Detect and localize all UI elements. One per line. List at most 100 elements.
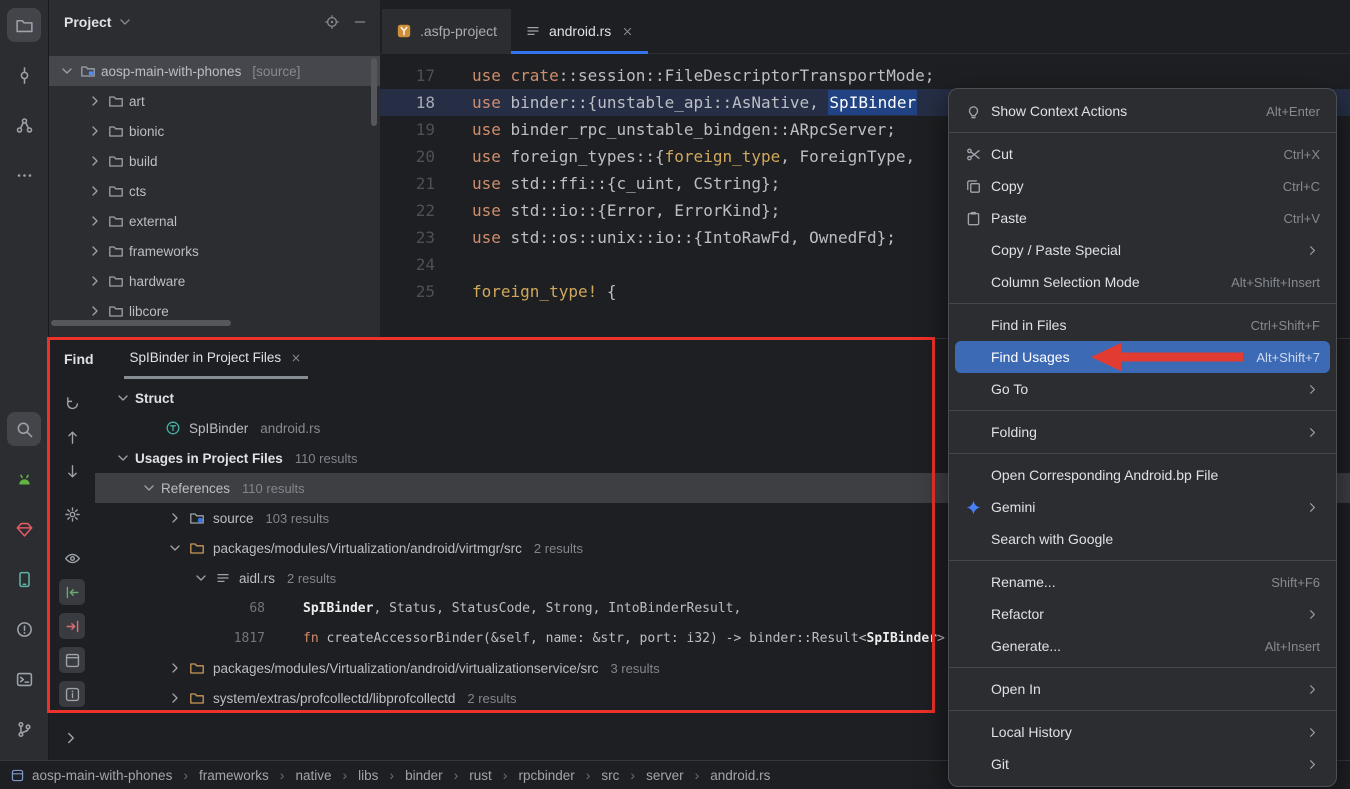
menu-item-show-context-actions[interactable]: Show Context ActionsAlt+Enter	[955, 95, 1330, 127]
tool-stripe-more-tool-windows[interactable]	[7, 158, 41, 192]
project-horizontal-scrollbar[interactable]	[51, 320, 231, 326]
rerun-search-button[interactable]	[59, 390, 85, 416]
chevron-down-icon[interactable]	[193, 570, 209, 586]
breadcrumb-rpcbinder[interactable]: rpcbinder	[518, 768, 574, 783]
chevron-right-icon[interactable]	[167, 690, 183, 706]
chevron-right-icon[interactable]	[87, 243, 103, 259]
stripe-middle-group	[7, 412, 41, 746]
project-tree-item-aosp-main-with-phones[interactable]: aosp-main-with-phones[source]	[49, 56, 380, 86]
breadcrumb-separator: ›	[695, 767, 700, 783]
tool-stripe-problems[interactable]	[7, 612, 41, 646]
close-icon[interactable]	[290, 352, 302, 364]
menu-item-copy[interactable]: CopyCtrl+C	[955, 170, 1330, 202]
window-icon	[64, 652, 81, 669]
menu-item-cut[interactable]: CutCtrl+X	[955, 138, 1330, 170]
menu-item-rename[interactable]: Rename...Shift+F6	[955, 566, 1330, 598]
tool-stripe-running-devices[interactable]	[7, 562, 41, 596]
menu-item-open-corresponding-android-bp-file[interactable]: Open Corresponding Android.bp File	[955, 459, 1330, 491]
tool-stripe-commit[interactable]	[7, 58, 41, 92]
menu-item-search-with-google[interactable]: Search with Google	[955, 523, 1330, 555]
menu-item-refactor[interactable]: Refactor	[955, 598, 1330, 630]
menu-item-find-usages[interactable]: Find UsagesAlt+Shift+7	[955, 341, 1330, 373]
project-tree-item-frameworks[interactable]: frameworks	[49, 236, 380, 266]
line-number: 25	[380, 278, 435, 305]
navigate-back-button[interactable]	[59, 579, 85, 605]
chevron-down-icon[interactable]	[115, 450, 131, 466]
tool-stripe-version-control[interactable]	[7, 712, 41, 746]
menu-item-open-in[interactable]: Open In	[955, 673, 1330, 705]
editor-tab-android-rs[interactable]: android.rs	[511, 9, 648, 53]
breadcrumb-native[interactable]: native	[295, 768, 331, 783]
menu-item-column-selection-mode[interactable]: Column Selection ModeAlt+Shift+Insert	[955, 266, 1330, 298]
chevron-right-icon	[1305, 757, 1320, 772]
menu-item-find-in-files[interactable]: Find in FilesCtrl+Shift+F	[955, 309, 1330, 341]
tool-stripe-terminal[interactable]	[7, 662, 41, 696]
menu-item-label: Search with Google	[991, 531, 1113, 547]
chevron-right-icon[interactable]	[87, 273, 103, 289]
collapsed-row-chevron-icon[interactable]	[62, 729, 80, 747]
menu-item-gemini[interactable]: Gemini	[955, 491, 1330, 523]
refresh-icon	[64, 395, 81, 412]
menu-separator	[949, 410, 1336, 411]
code-text: use binder::{unstable_api::AsNative, SpI…	[435, 89, 917, 116]
project-vertical-scrollbar[interactable]	[371, 58, 377, 126]
navigate-forward-button[interactable]	[59, 613, 85, 639]
project-tree-item-external[interactable]: external	[49, 206, 380, 236]
breadcrumb-android-rs[interactable]: android.rs	[710, 768, 770, 783]
project-tree-item-build[interactable]: build	[49, 146, 380, 176]
project-tree-item-hardware[interactable]: hardware	[49, 266, 380, 296]
breadcrumb-src[interactable]: src	[601, 768, 619, 783]
next-occurrence-button[interactable]	[59, 458, 85, 484]
chevron-right-icon[interactable]	[87, 93, 103, 109]
editor-tab-asfp-project[interactable]: .asfp-project	[382, 9, 511, 53]
breadcrumb-server[interactable]: server	[646, 768, 684, 783]
project-tree-item-cts[interactable]: cts	[49, 176, 380, 206]
menu-item-local-history[interactable]: Local History	[955, 716, 1330, 748]
close-icon[interactable]	[621, 25, 634, 38]
chevron-right-icon[interactable]	[167, 510, 183, 526]
menu-shortcut: Ctrl+C	[1283, 179, 1320, 194]
project-tool-window: Project aosp-main-with-phones[source]art…	[49, 0, 380, 338]
hide-icon[interactable]	[352, 14, 368, 30]
breadcrumb-frameworks[interactable]: frameworks	[199, 768, 269, 783]
gemini-icon-slot	[963, 497, 983, 517]
menu-item-copy-paste-special[interactable]: Copy / Paste Special	[955, 234, 1330, 266]
tool-stripe-find[interactable]	[7, 412, 41, 446]
project-title-chevron-icon[interactable]	[117, 14, 133, 30]
chevron-right-icon[interactable]	[87, 183, 103, 199]
help-button[interactable]	[59, 681, 85, 707]
chevron-down-icon[interactable]	[115, 390, 131, 406]
preview-usages-button[interactable]	[59, 545, 85, 571]
menu-item-folding[interactable]: Folding	[955, 416, 1330, 448]
locate-icon[interactable]	[324, 14, 340, 30]
chevron-right-icon[interactable]	[87, 303, 103, 319]
find-results-tab[interactable]: SpIBinder in Project Files	[124, 339, 309, 379]
chevron-right-icon[interactable]	[87, 213, 103, 229]
chevron-down-icon[interactable]	[167, 540, 183, 556]
breadcrumb-libs[interactable]: libs	[358, 768, 378, 783]
settings-button[interactable]	[59, 501, 85, 527]
tool-stripe-app-quality-insights[interactable]	[7, 512, 41, 546]
chevron-right-icon[interactable]	[87, 153, 103, 169]
menu-item-go-to[interactable]: Go To	[955, 373, 1330, 405]
project-tree-item-art[interactable]: art	[49, 86, 380, 116]
previous-occurrence-button[interactable]	[59, 424, 85, 450]
chevron-right-icon[interactable]	[87, 123, 103, 139]
menu-item-paste[interactable]: PasteCtrl+V	[955, 202, 1330, 234]
chevron-down-icon[interactable]	[141, 480, 157, 496]
project-tree-item-bionic[interactable]: bionic	[49, 116, 380, 146]
menu-item-git[interactable]: Git	[955, 748, 1330, 780]
breadcrumb-binder[interactable]: binder	[405, 768, 443, 783]
menu-item-generate[interactable]: Generate...Alt+Insert	[955, 630, 1330, 662]
menu-separator	[949, 303, 1336, 304]
tool-stripe-pull-requests[interactable]	[7, 108, 41, 142]
tool-stripe-project[interactable]	[7, 8, 41, 42]
breadcrumb-aosp-main-with-phones[interactable]: aosp-main-with-phones	[32, 768, 172, 783]
tool-stripe-logcat[interactable]	[7, 462, 41, 496]
chevron-right-icon[interactable]	[167, 660, 183, 676]
chevron-down-icon[interactable]	[59, 63, 75, 79]
open-in-new-tab-button[interactable]	[59, 647, 85, 673]
breadcrumb-rust[interactable]: rust	[469, 768, 492, 783]
menu-item-label: Generate...	[991, 638, 1061, 654]
editor-tab-bar: .asfp-projectandroid.rs	[380, 0, 1350, 54]
